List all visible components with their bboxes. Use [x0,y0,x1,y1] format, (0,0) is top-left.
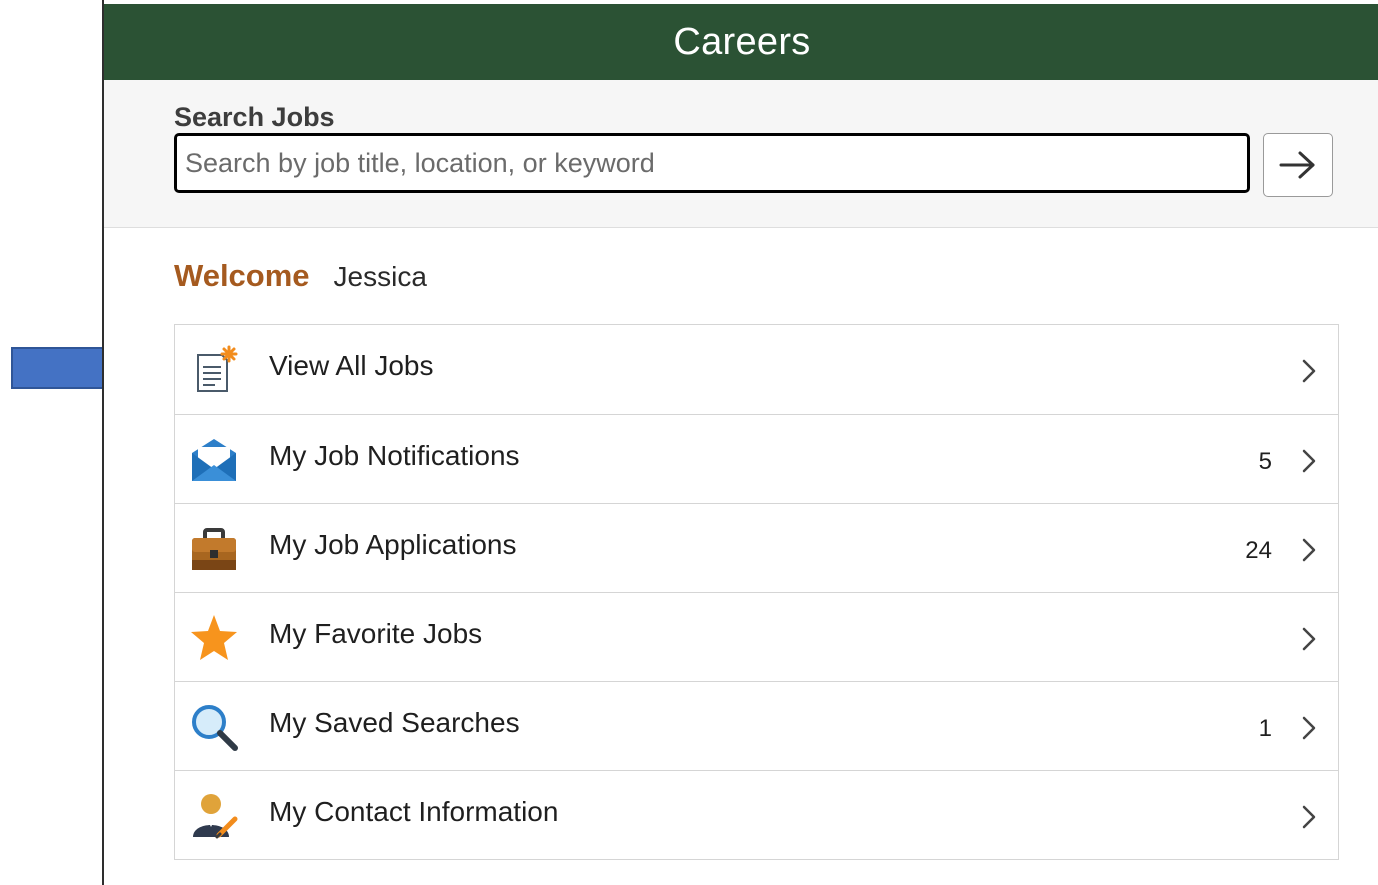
search-go-button[interactable] [1263,133,1333,197]
menu-item-label: My Favorite Jobs [269,618,483,649]
chevron-right-icon [1302,359,1316,383]
menu-item-job-notifications[interactable]: My Job Notifications 5 [175,414,1338,503]
arrow-right-icon [1279,151,1315,179]
page-header: Careers [104,4,1378,80]
search-section: Search Jobs [104,80,1378,228]
menu-item-count: 1 [1258,715,1272,742]
chevron-right-icon [1302,716,1316,740]
menu-item-label: View All Jobs [269,350,434,381]
careers-menu: View All Jobs My Job Notifications 5 My … [174,324,1339,860]
careers-page: Careers Search Jobs Welcome Jessica [102,0,1378,885]
menu-item-count: 5 [1258,448,1272,475]
menu-item-label: My Job Notifications [269,440,520,471]
menu-item-label: My Job Applications [269,529,517,560]
menu-item-favorite-jobs[interactable]: My Favorite Jobs [175,592,1338,681]
magnifier-icon [189,702,239,752]
chevron-right-icon [1302,449,1316,473]
welcome-label: Welcome [174,258,310,293]
search-input[interactable] [174,133,1250,193]
menu-item-label: My Contact Information [269,796,559,827]
menu-item-contact-information[interactable]: My Contact Information [175,770,1338,859]
menu-item-saved-searches[interactable]: My Saved Searches 1 [175,681,1338,770]
envelope-icon [189,435,239,485]
page-title: Careers [673,20,811,63]
job-posting-icon [189,345,239,395]
contact-person-icon [189,791,239,841]
menu-item-count: 24 [1245,537,1272,564]
welcome-message: Welcome Jessica [174,258,427,294]
menu-item-job-applications[interactable]: My Job Applications 24 [175,503,1338,592]
menu-item-label: My Saved Searches [269,707,520,738]
menu-item-view-all-jobs[interactable]: View All Jobs [175,325,1338,414]
search-label: Search Jobs [174,102,335,132]
chevron-right-icon [1302,538,1316,562]
user-name: Jessica [333,261,427,292]
briefcase-icon [189,524,239,574]
chevron-right-icon [1302,627,1316,651]
chevron-right-icon [1302,805,1316,829]
star-icon [189,613,239,663]
